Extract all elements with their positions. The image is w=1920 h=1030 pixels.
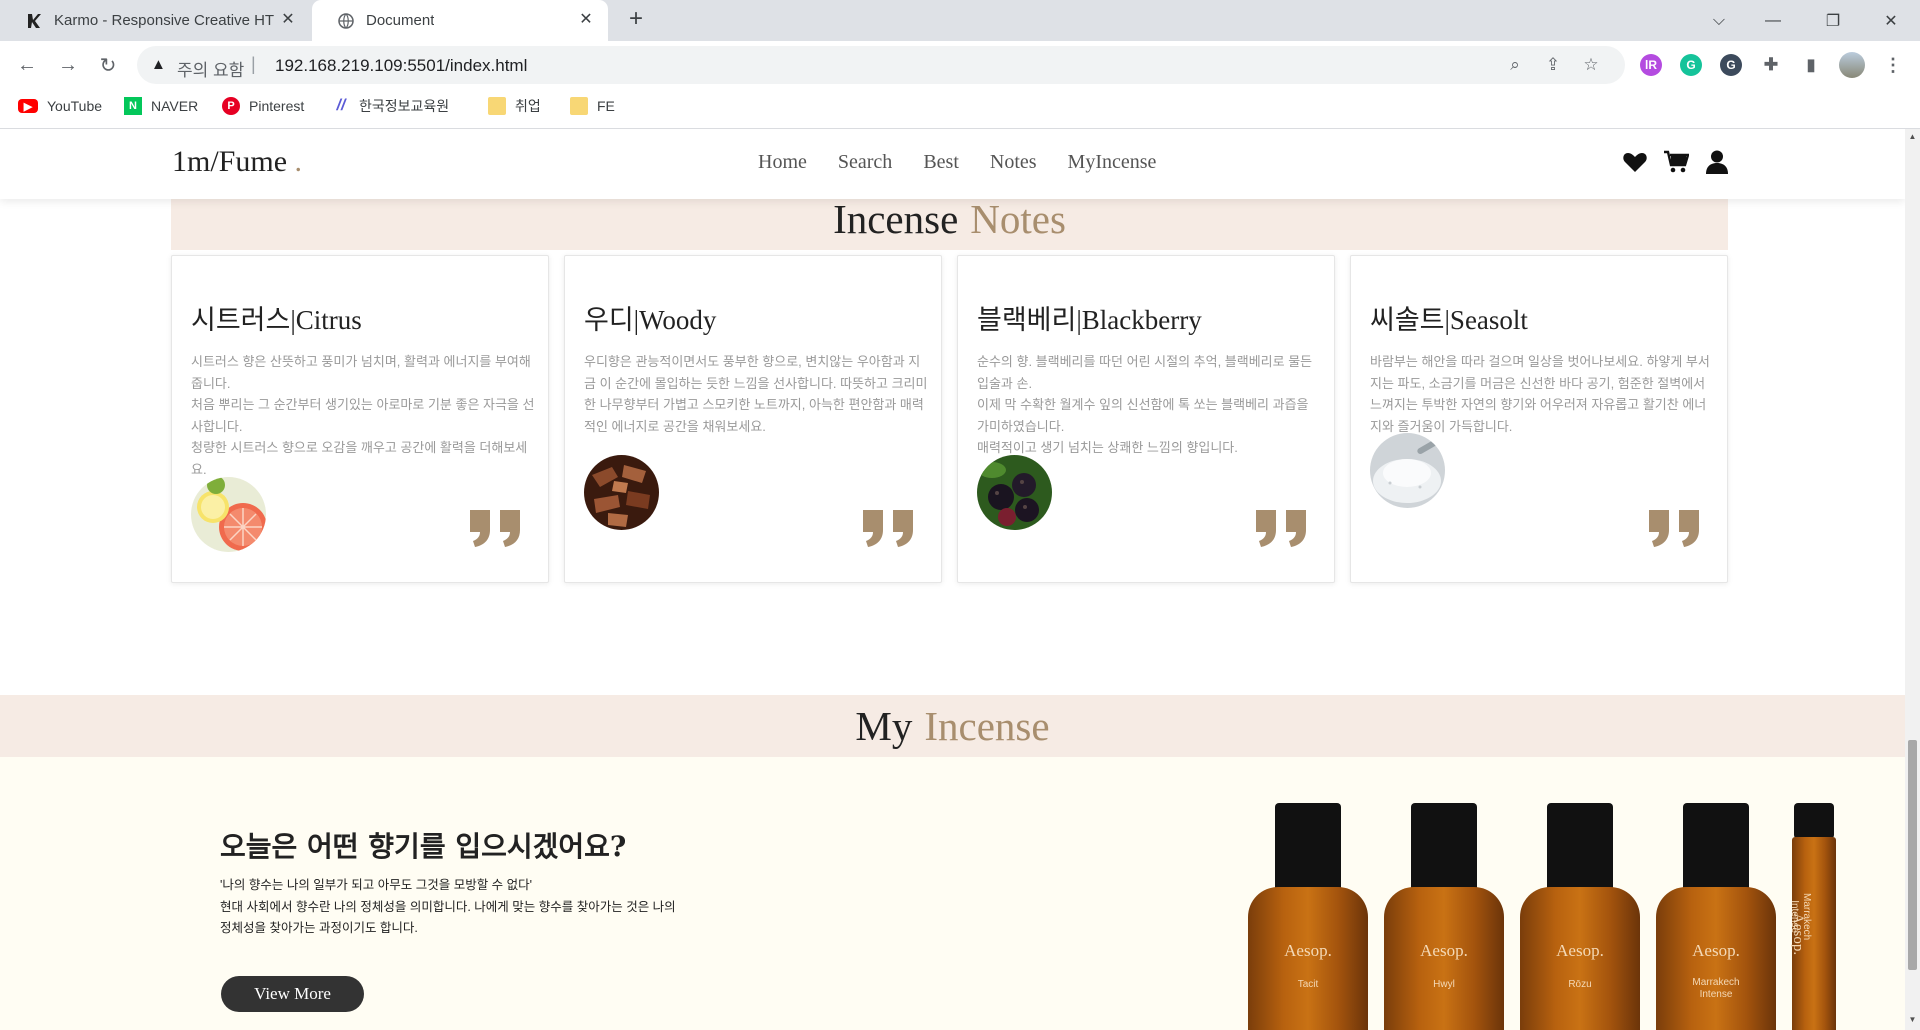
youtube-icon: ▶: [18, 99, 38, 113]
site-logo[interactable]: 1m/Fume .: [172, 145, 302, 179]
quote-icon: [863, 510, 913, 547]
new-tab-icon[interactable]: +: [624, 7, 648, 32]
menu-kebab-icon[interactable]: ⋮: [1882, 54, 1904, 76]
nav-best[interactable]: Best: [923, 151, 959, 174]
nav-search[interactable]: Search: [838, 151, 892, 174]
note-card-citrus[interactable]: 시트러스|Citrus 시트러스 향은 산뜻하고 풍미가 넘치며, 활력과 에너…: [171, 255, 549, 583]
reload-icon[interactable]: ↻: [95, 52, 121, 78]
site-header: 1m/Fume . Home Search Best Notes MyIncen…: [0, 129, 1905, 199]
folder-icon: [488, 97, 506, 115]
bookmark-kie[interactable]: // 한국정보교육원: [332, 89, 450, 123]
scroll-thumb[interactable]: [1908, 740, 1917, 970]
forward-icon[interactable]: →: [55, 52, 81, 78]
url-text[interactable]: 192.168.219.109:5501/index.html: [275, 56, 527, 76]
scroll-up-arrow-icon[interactable]: ▲: [1908, 132, 1917, 142]
product-bottle-hwyl[interactable]: Aesop. Hwyl: [1384, 803, 1504, 1030]
profile-avatar[interactable]: [1839, 52, 1865, 78]
bookmark-folder-fe[interactable]: FE: [570, 89, 615, 123]
view-more-button[interactable]: View More: [221, 976, 364, 1012]
tab-title: Karmo - Responsive Creative HTML: [54, 12, 274, 29]
quote-icon: [470, 510, 520, 547]
note-card-description: 바람부는 해안을 따라 걸으며 일상을 벗어나보세요. 하얗게 부서지는 파도,…: [1370, 354, 1710, 434]
note-card-blackberry[interactable]: 블랙베리|Blackberry 순수의 향. 블랙베리를 따던 어린 시절의 추…: [957, 255, 1335, 583]
back-icon[interactable]: ←: [14, 52, 40, 78]
bookmark-pinterest[interactable]: P Pinterest: [222, 89, 304, 123]
close-tab-icon[interactable]: ✕: [280, 12, 296, 28]
browser-tab-karmo[interactable]: Karmo - Responsive Creative HTML ✕: [0, 0, 310, 41]
bookmark-naver[interactable]: N NAVER: [124, 89, 198, 123]
product-bottle-marrakech[interactable]: Aesop. Marrakech Intense: [1656, 803, 1776, 1030]
extension-g-icon[interactable]: G: [1720, 54, 1742, 76]
grammarly-icon[interactable]: G: [1680, 54, 1702, 76]
note-card-title: 씨솔트|Seasolt: [1370, 305, 1528, 335]
cart-icon[interactable]: [1663, 149, 1689, 175]
note-card-woody[interactable]: 우디|Woody 우디향은 관능적이면서도 풍부한 향으로, 변치않는 우아함과…: [564, 255, 942, 583]
quote-icon: [1649, 510, 1699, 547]
product-bottle-rozu[interactable]: Aesop. Rōzu: [1520, 803, 1640, 1030]
browser-tab-strip: Karmo - Responsive Creative HTML ✕ Docum…: [0, 0, 1920, 41]
extension-lr-icon[interactable]: lR: [1640, 54, 1662, 76]
myincense-heading: 오늘은 어떤 향기를 입으시겠어요?: [220, 830, 627, 863]
extensions-puzzle-icon[interactable]: ✚: [1760, 54, 1782, 76]
note-card-description: 순수의 향. 블랙베리를 따던 어린 시절의 추억, 블랙베리로 물든 입술과 …: [977, 354, 1313, 455]
bookmarks-bar: ▶ YouTube N NAVER P Pinterest // 한국정보교육원…: [0, 89, 1920, 129]
karmo-logo-icon: [26, 13, 42, 29]
restore-icon[interactable]: ❐: [1810, 0, 1856, 41]
nav-home[interactable]: Home: [758, 151, 807, 174]
slash-logo-icon: //: [336, 97, 346, 114]
product-bottle-marrakech-roll[interactable]: Aesop. Marrakech Intense: [1789, 803, 1836, 1030]
tab-title: Document: [366, 12, 435, 29]
citrus-image: [191, 477, 266, 552]
scroll-down-arrow-icon[interactable]: ▼: [1908, 1015, 1917, 1025]
browser-tab-document[interactable]: Document ✕: [312, 0, 608, 41]
note-card-description: 시트러스 향은 산뜻하고 풍미가 넘치며, 활력과 에너지를 부여해 줍니다. …: [191, 354, 535, 477]
wood-chips-image: [584, 455, 659, 530]
nav-notes[interactable]: Notes: [990, 151, 1037, 174]
product-bottle-tacit[interactable]: Aesop. Tacit: [1248, 803, 1368, 1030]
url-separator: |: [251, 54, 256, 74]
page-scrollbar[interactable]: ▲ ▼: [1905, 129, 1920, 1030]
minimize-icon[interactable]: —: [1750, 0, 1796, 41]
note-card-title: 우디|Woody: [584, 305, 717, 335]
note-card-description: 우디향은 관능적이면서도 풍부한 향으로, 변치않는 우아함과 지금 이 순간에…: [584, 354, 928, 434]
note-card-seasolt[interactable]: 씨솔트|Seasolt 바람부는 해안을 따라 걸으며 일상을 벗어나보세요. …: [1350, 255, 1728, 583]
myincense-text: '나의 향수는 나의 일부가 되고 아무도 그것을 모방할 수 없다' 현대 사…: [220, 878, 676, 935]
myincense-section-title: My Incense: [0, 695, 1905, 757]
blackberries-image: [977, 455, 1052, 530]
side-panel-icon[interactable]: ▮: [1800, 54, 1822, 76]
window-close-icon[interactable]: ✕: [1868, 0, 1914, 41]
warning-triangle-icon[interactable]: ▲: [151, 56, 166, 73]
security-status[interactable]: 주의 요함: [177, 56, 244, 81]
close-tab-icon[interactable]: ✕: [578, 12, 594, 28]
main-nav: Home Search Best Notes MyIncense: [758, 151, 1156, 174]
share-icon[interactable]: ⇪: [1543, 55, 1563, 75]
tab-search-chevron-icon[interactable]: ⌵: [1696, 0, 1742, 41]
bookmark-star-icon[interactable]: ☆: [1581, 55, 1601, 75]
sea-salt-image: [1370, 433, 1445, 508]
quote-icon: [1256, 510, 1306, 547]
globe-icon: [338, 12, 354, 29]
bookmark-folder-job[interactable]: 취업: [488, 89, 541, 123]
folder-icon: [570, 97, 588, 115]
browser-toolbar: ← → ↻ ▲ 주의 요함 | 192.168.219.109:5501/ind…: [0, 41, 1920, 89]
address-bar[interactable]: ▲ 주의 요함 | 192.168.219.109:5501/index.htm…: [137, 46, 1625, 84]
user-icon[interactable]: [1704, 149, 1730, 175]
zoom-icon[interactable]: ⌕: [1505, 55, 1525, 75]
pinterest-icon: P: [222, 97, 240, 115]
nav-myincense[interactable]: MyIncense: [1068, 151, 1157, 174]
naver-icon: N: [124, 97, 142, 115]
note-card-title: 시트러스|Citrus: [191, 305, 362, 335]
heart-icon[interactable]: [1622, 149, 1648, 175]
page-viewport: 1m/Fume . Home Search Best Notes MyIncen…: [0, 129, 1905, 1030]
bookmark-youtube[interactable]: ▶ YouTube: [18, 89, 102, 123]
note-card-title: 블랙베리|Blackberry: [977, 305, 1202, 335]
